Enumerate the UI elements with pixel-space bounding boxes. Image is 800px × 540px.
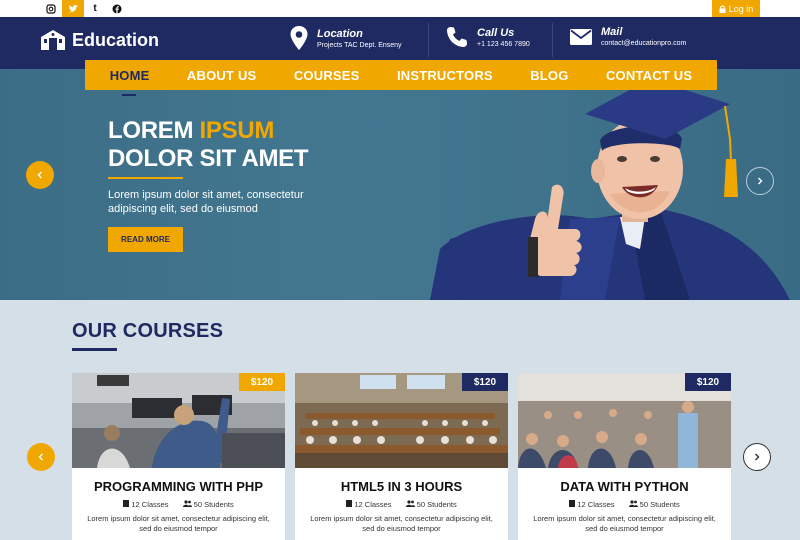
hero-title-highlight: IPSUM <box>199 117 275 144</box>
nav-home[interactable]: HOME <box>110 68 150 96</box>
chevron-right-icon <box>758 177 763 185</box>
twitter-icon[interactable] <box>62 0 84 17</box>
contact-title: Location <box>317 27 363 40</box>
nav-blog[interactable]: BLOG <box>530 68 568 83</box>
site-logo[interactable]: Education <box>40 29 159 51</box>
divider <box>552 23 553 57</box>
facebook-icon[interactable] <box>106 0 128 17</box>
course-meta: 12 Classes 50 Students <box>72 500 285 509</box>
chevron-right-icon <box>755 453 760 461</box>
chevron-left-icon <box>38 453 43 461</box>
students-info: 50 Students <box>405 500 457 509</box>
contact-title: Mail <box>601 26 623 38</box>
lock-icon <box>719 5 726 13</box>
course-meta: 12 Classes 50 Students <box>518 500 731 509</box>
divider <box>428 23 429 57</box>
contact-phone: Call Us +1 123 456 7890 <box>446 26 530 48</box>
nav-contact-us[interactable]: CONTACT US <box>606 68 692 83</box>
chevron-left-icon <box>37 171 42 179</box>
section-underline <box>72 348 117 351</box>
book-icon <box>569 500 576 507</box>
nav-about-us[interactable]: ABOUT US <box>187 68 257 83</box>
school-icon <box>41 30 65 50</box>
course-price: $120 <box>239 373 285 391</box>
contact-title: Call Us <box>477 26 515 39</box>
section-title: OUR COURSES <box>72 320 224 342</box>
course-description: Lorem ipsum dolor sit amet, consectetur … <box>533 514 716 533</box>
contact-location: Location Projects TAC Dept. Enseny <box>290 26 402 50</box>
nav-instructors[interactable]: INSTRUCTORS <box>397 68 493 83</box>
students-info: 50 Students <box>182 500 234 509</box>
course-title[interactable]: PROGRAMMING WITH PHP <box>72 479 285 494</box>
students-info: 50 Students <box>628 500 680 509</box>
course-meta: 12 Classes 50 Students <box>295 500 508 509</box>
classes-info: 12 Classes <box>123 500 168 509</box>
course-price: $120 <box>685 373 731 391</box>
hero-title-part1: LOREM <box>108 117 200 144</box>
logo-text: Education <box>72 29 160 50</box>
read-more-button[interactable]: READ MORE <box>108 227 183 252</box>
course-price: $120 <box>462 373 508 391</box>
mail-icon <box>570 28 592 45</box>
courses-prev-button[interactable] <box>27 443 55 471</box>
course-card[interactable]: $120 PROGRAMMING WITH PHP 12 Classes 50 … <box>72 373 285 540</box>
hero-slider: LOREM IPSUM DOLOR SIT AMET Lorem ipsum d… <box>0 69 800 300</box>
login-button[interactable]: Log in <box>712 0 760 17</box>
tumblr-icon[interactable]: t <box>84 0 106 17</box>
classes-count: 12 Classes <box>354 500 392 509</box>
courses-next-button[interactable] <box>743 443 771 471</box>
course-card[interactable]: $120 HTML5 IN 3 HOURS 12 Classes 50 Stud… <box>295 373 508 540</box>
students-count: 50 Students <box>639 500 680 509</box>
users-icon <box>182 500 192 507</box>
location-pin-icon <box>290 26 308 50</box>
course-title[interactable]: DATA WITH PYTHON <box>518 479 731 494</box>
contact-detail: contact@educationpro.com <box>601 40 687 47</box>
hero-divider <box>108 177 183 179</box>
course-card[interactable]: $120 DATA WITH PYTHON 12 Classes 50 Stud… <box>518 373 731 540</box>
login-label: Log in <box>728 3 754 14</box>
nav-courses[interactable]: COURSES <box>294 68 360 83</box>
graduate-image <box>430 79 790 300</box>
main-nav: HOME ABOUT US COURSES INSTRUCTORS BLOG C… <box>85 60 717 96</box>
phone-icon <box>447 27 467 47</box>
book-icon <box>123 500 130 507</box>
course-image: $120 <box>295 373 508 468</box>
top-bar: t Log in <box>0 0 800 17</box>
hero-title: LOREM IPSUM DOLOR SIT AMET <box>108 117 309 173</box>
contact-detail: Projects TAC Dept. Enseny <box>317 41 402 49</box>
social-links: t <box>40 0 128 17</box>
hero-text: Lorem ipsum dolor sit amet, consectetur … <box>108 189 304 215</box>
hero-prev-button[interactable] <box>26 161 54 189</box>
book-icon <box>346 500 353 507</box>
users-icon <box>628 500 638 507</box>
instagram-icon[interactable] <box>40 0 62 17</box>
classes-info: 12 Classes <box>346 500 391 509</box>
classes-info: 12 Classes <box>569 500 614 509</box>
course-description: Lorem ipsum dolor sit amet, consectetur … <box>87 514 270 533</box>
students-count: 50 Students <box>193 500 234 509</box>
users-icon <box>405 500 415 507</box>
hero-title-line2: DOLOR SIT AMET <box>108 145 309 172</box>
course-image: $120 <box>518 373 731 468</box>
course-image: $120 <box>72 373 285 468</box>
classes-count: 12 Classes <box>131 500 169 509</box>
course-description: Lorem ipsum dolor sit amet, consectetur … <box>310 514 493 533</box>
contact-mail: Mail contact@educationpro.com <box>570 26 686 47</box>
classes-count: 12 Classes <box>577 500 615 509</box>
hero-next-button[interactable] <box>746 167 774 195</box>
contact-detail: +1 123 456 7890 <box>477 40 530 48</box>
course-title[interactable]: HTML5 IN 3 HOURS <box>295 479 508 494</box>
students-count: 50 Students <box>416 500 457 509</box>
